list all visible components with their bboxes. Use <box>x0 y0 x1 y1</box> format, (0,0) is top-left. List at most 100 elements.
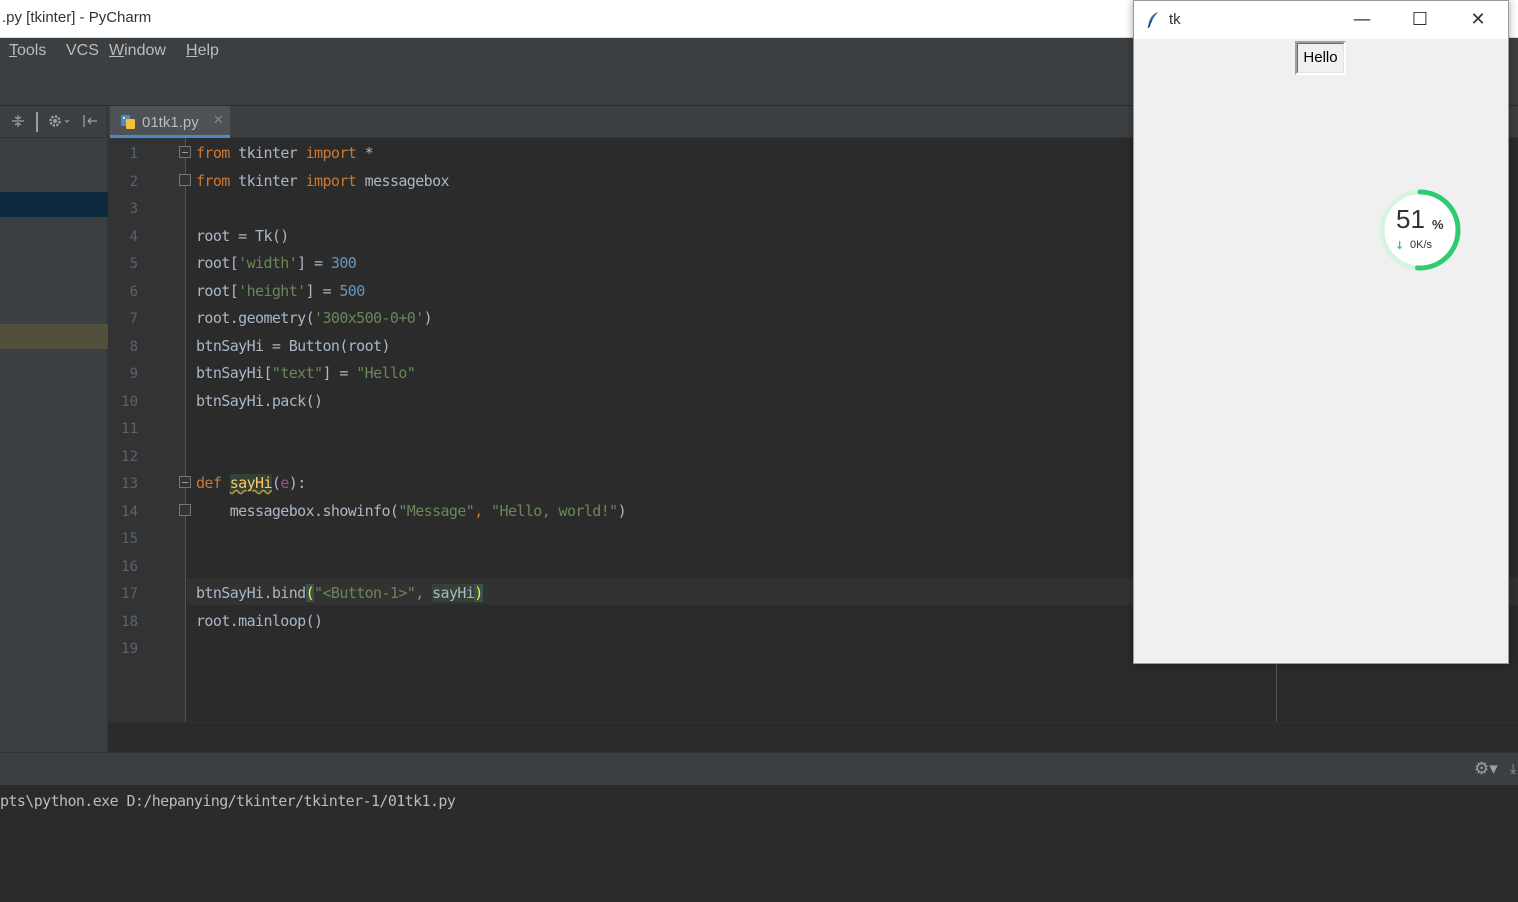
string-literal: "Message" <box>398 502 475 520</box>
feather-icon <box>1147 12 1158 29</box>
code-text: ): <box>288 474 306 492</box>
code-text: , <box>474 502 492 520</box>
ide-window-title: .py [tkinter] - PyCharm <box>2 9 152 26</box>
fold-end-icon[interactable] <box>179 174 191 186</box>
matched-paren: ) <box>474 584 483 602</box>
fold-toggle-icon[interactable] <box>179 476 191 488</box>
string-literal: 'width' <box>238 254 298 272</box>
run-console[interactable]: pts\python.exe D:/hepanying/tkinter/tkin… <box>0 785 1518 902</box>
menu-tools-rest: ools <box>17 42 47 59</box>
gear-icon[interactable] <box>47 113 71 133</box>
line-number: 2 <box>129 174 138 190</box>
code-text: , <box>415 584 433 602</box>
toolbar-separator <box>36 112 38 132</box>
project-tree-selected-row[interactable] <box>0 192 108 217</box>
line-number: 8 <box>129 339 138 355</box>
parameter: e <box>280 474 289 492</box>
string-literal: 'height' <box>238 282 306 300</box>
hide-panel-icon[interactable] <box>82 113 98 133</box>
gear-icon[interactable]: ⚙▾ <box>1474 759 1498 779</box>
tab-label: 01tk1.py <box>142 114 199 131</box>
string-literal: "text" <box>271 364 323 382</box>
code-text: root.geometry( <box>196 309 315 327</box>
keyword: from <box>196 172 230 190</box>
code-text: sayHi <box>432 584 475 602</box>
line-number: 10 <box>121 394 138 410</box>
line-number: 16 <box>121 559 138 575</box>
fold-end-icon[interactable] <box>179 504 191 516</box>
network-speed-widget[interactable]: 51 % ↓ 0K/s <box>1378 188 1462 272</box>
number-literal: 300 <box>330 254 357 272</box>
python-file-icon <box>121 115 135 129</box>
line-number: 3 <box>129 201 138 217</box>
code-text: * <box>356 144 374 162</box>
code-line-1: from tkinter import * <box>196 144 374 162</box>
line-number: 19 <box>121 641 138 657</box>
right-panel <box>1276 664 1518 722</box>
line-number: 12 <box>121 449 138 465</box>
usage-percent: 51 <box>1396 204 1425 234</box>
download-arrow-icon: ↓ <box>1395 239 1405 252</box>
keyword: from <box>196 144 230 162</box>
code-line-5: root['width'] = 300 <box>196 254 357 272</box>
menu-help-rest: elp <box>197 42 219 59</box>
code-text: tkinter <box>229 172 306 190</box>
code-text: ] = <box>297 254 331 272</box>
code-line-4: root = Tk() <box>196 227 289 245</box>
code-text: messagebox.showinfo( <box>196 502 399 520</box>
minimize-button[interactable]: — <box>1339 5 1385 35</box>
tab-01tk1[interactable]: 01tk1.py ✕ <box>110 106 230 138</box>
code-line-13: def sayHi(e): <box>196 474 306 492</box>
line-number: 13 <box>121 476 138 492</box>
code-line-2: from tkinter import messagebox <box>196 172 450 190</box>
string-literal: "<Button-1>" <box>314 584 416 602</box>
project-tree-highlighted-row[interactable] <box>0 324 108 349</box>
code-line-9: btnSayHi["text"] = "Hello" <box>196 364 416 382</box>
download-speed: 0K/s <box>1410 239 1433 251</box>
keyword: def <box>196 474 222 492</box>
code-line-6: root['height'] = 500 <box>196 282 365 300</box>
code-text: ] = <box>305 282 340 300</box>
code-text: ) <box>423 309 433 327</box>
tk-titlebar: tk — ☐ ✕ <box>1134 1 1508 39</box>
code-text: tkinter <box>229 144 306 162</box>
matched-paren: ( <box>305 584 315 602</box>
menu-vcs[interactable]: VCS <box>66 42 99 60</box>
code-line-17: btnSayHi.bind("<Button-1>", sayHi) <box>196 584 483 602</box>
line-number: 1 <box>129 146 138 162</box>
line-number: 14 <box>121 504 138 520</box>
project-panel-header <box>0 106 108 138</box>
editor-gutter: 1 2 3 4 5 6 7 8 9 10 11 12 13 14 15 16 1… <box>108 138 191 722</box>
code-line-18: root.mainloop() <box>196 612 323 630</box>
line-number: 17 <box>121 586 138 602</box>
hello-button[interactable]: Hello <box>1295 41 1346 75</box>
tab-close-icon[interactable]: ✕ <box>213 113 224 128</box>
line-number: 5 <box>129 256 138 272</box>
code-text: btnSayHi.bind <box>196 584 306 602</box>
fold-toggle-icon[interactable] <box>179 146 191 158</box>
code-text: messagebox <box>356 172 450 190</box>
menu-help[interactable]: Help <box>186 42 219 60</box>
code-line-7: root.geometry('300x500-0+0') <box>196 309 433 327</box>
line-number: 15 <box>121 531 138 547</box>
number-literal: 500 <box>339 282 365 300</box>
console-output-line: pts\python.exe D:/hepanying/tkinter/tkin… <box>0 792 456 810</box>
code-text: root[ <box>196 254 239 272</box>
code-line-10: btnSayHi.pack() <box>196 392 323 410</box>
editor-bottom-strip <box>108 722 1518 752</box>
menu-window[interactable]: Window <box>109 42 166 60</box>
project-panel <box>0 106 108 752</box>
maximize-button[interactable]: ☐ <box>1397 5 1443 35</box>
code-line-8: btnSayHi = Button(root) <box>196 337 391 355</box>
menu-tools[interactable]: Tools <box>9 42 46 60</box>
download-icon[interactable]: ⤓ <box>1510 761 1518 777</box>
line-number: 6 <box>129 284 138 300</box>
string-literal: "Hello, world!" <box>491 502 618 520</box>
keyword: import <box>305 144 357 162</box>
close-button[interactable]: ✕ <box>1455 5 1501 35</box>
collapse-all-icon[interactable] <box>10 113 26 133</box>
run-panel-header: ⚙▾ ⤓ <box>0 752 1518 785</box>
code-text: ) <box>617 502 627 520</box>
string-literal: "Hello" <box>356 364 416 382</box>
